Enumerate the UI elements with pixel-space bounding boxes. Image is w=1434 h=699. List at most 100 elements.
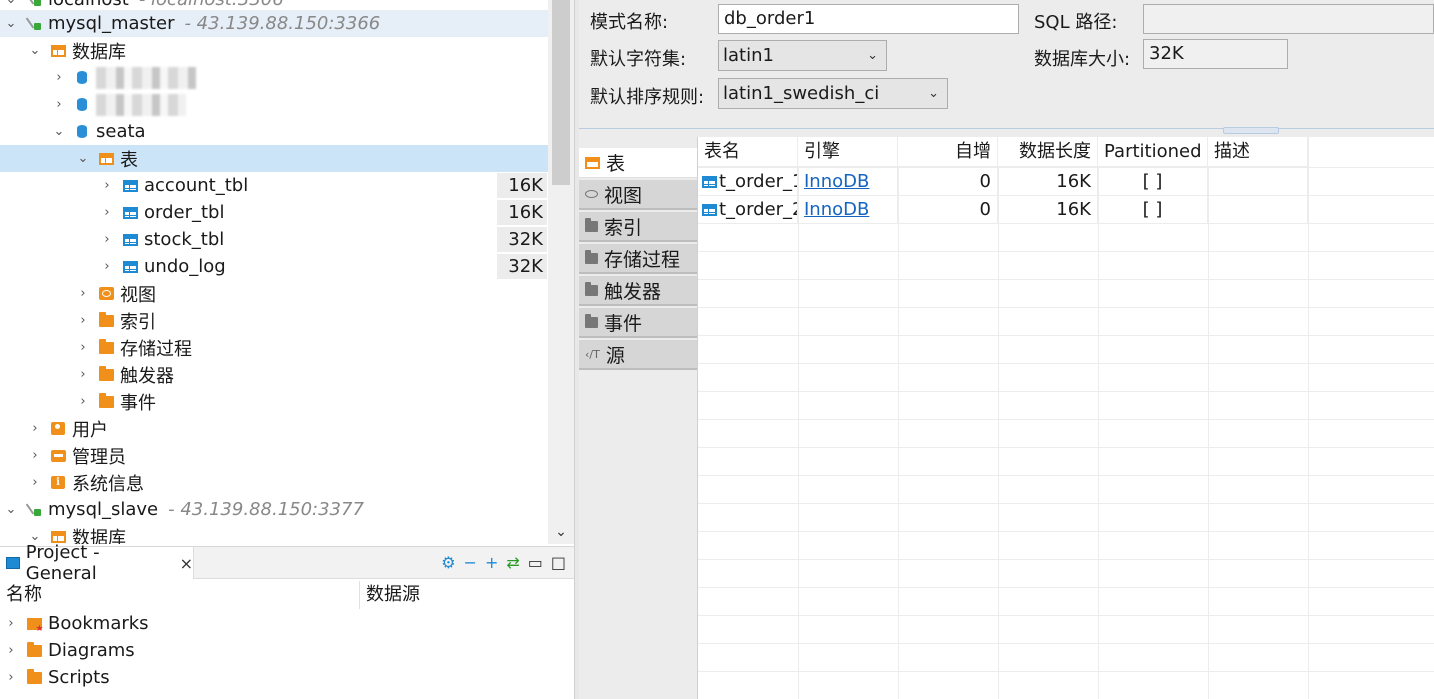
chevron-right-icon[interactable]: › [4, 616, 18, 631]
chevron-right-icon[interactable]: › [52, 97, 66, 112]
tree-item-views[interactable]: › 视图 [0, 280, 548, 307]
cell-table-name[interactable]: t_order_1 [698, 168, 798, 196]
charset-select[interactable]: latin1 ⌄ [718, 40, 887, 71]
expand-icon[interactable]: + [485, 553, 498, 572]
chevron-right-icon[interactable]: › [100, 178, 114, 193]
tab-triggers[interactable]: 触发器 [579, 276, 697, 306]
editor-splitter[interactable] [579, 127, 1434, 136]
chevron-right-icon[interactable]: › [28, 448, 42, 463]
link-icon[interactable]: ⇄ [506, 553, 519, 572]
project-icon [6, 557, 20, 569]
collapse-icon[interactable]: − [464, 553, 477, 572]
column-header-name[interactable]: 名称 [0, 581, 360, 609]
tree-item-table[interactable]: › stock_tbl 32K [0, 226, 548, 253]
cell-auto-increment[interactable]: 0 [898, 196, 998, 224]
tree-item-mysql-master[interactable]: ⌄ mysql_master - 43.139.88.150:3366 [0, 10, 548, 37]
cell-partitioned[interactable]: [ ] [1098, 196, 1208, 224]
chevron-down-icon[interactable]: ⌄ [52, 124, 66, 139]
folder-icon [98, 338, 114, 355]
tree-item-database-hidden-1[interactable]: › [0, 64, 548, 91]
project-item-bookmarks[interactable]: › Bookmarks [0, 610, 574, 637]
maximize-icon[interactable]: □ [551, 553, 566, 572]
splitter-grip[interactable] [1223, 127, 1279, 134]
cell-data-length[interactable]: 16K [998, 196, 1098, 224]
chevron-right-icon[interactable]: › [76, 340, 90, 355]
tree-item-database-seata[interactable]: ⌄ seata [0, 118, 548, 145]
engine-link[interactable]: InnoDB [804, 199, 869, 220]
scrollbar-thumb[interactable] [552, 0, 570, 185]
column-header-source[interactable]: 数据源 [360, 581, 574, 609]
chevron-right-icon[interactable]: › [28, 421, 42, 436]
pixelated-label [96, 66, 196, 89]
chevron-down-icon[interactable]: ⌄ [28, 43, 42, 58]
tab-tables[interactable]: 表 [579, 148, 697, 178]
schema-name-input[interactable]: db_order1 [718, 4, 1019, 34]
cell-partitioned[interactable]: [ ] [1098, 168, 1208, 196]
tree-item-indexes[interactable]: › 索引 [0, 307, 548, 334]
view-icon [98, 287, 114, 301]
tree-item-slave-databases[interactable]: ⌄ 数据库 [0, 523, 548, 545]
tree-item-admins[interactable]: › 管理员 [0, 442, 548, 469]
chevron-right-icon[interactable]: › [76, 286, 90, 301]
column-header-table-name[interactable]: 表名 [698, 137, 798, 167]
tree-item-databases[interactable]: ⌄ 数据库 [0, 37, 548, 64]
collation-select[interactable]: latin1_swedish_ci ⌄ [718, 78, 948, 109]
cell-description[interactable] [1208, 168, 1308, 196]
chevron-right-icon[interactable]: › [4, 670, 18, 685]
project-item-scripts[interactable]: › Scripts [0, 664, 574, 691]
tree-item-tables[interactable]: ⌄ 表 [0, 145, 548, 172]
schema-editor: 模式名称: db_order1 SQL 路径: 默认字符集: latin1 ⌄ … [579, 0, 1434, 699]
chevron-down-icon[interactable]: ⌄ [4, 502, 18, 517]
chevron-down-icon[interactable]: ⌄ [548, 524, 574, 540]
chevron-right-icon[interactable]: › [100, 259, 114, 274]
navigator-scrollbar[interactable]: ⌄ [548, 0, 574, 544]
chevron-right-icon[interactable]: › [4, 643, 18, 658]
chevron-down-icon[interactable]: ⌄ [4, 0, 18, 7]
tab-views[interactable]: 视图 [579, 180, 697, 210]
tree-item-table[interactable]: › undo_log 32K [0, 253, 548, 280]
column-header-engine[interactable]: 引擎 [798, 137, 898, 167]
chevron-right-icon[interactable]: › [52, 70, 66, 85]
column-header-data-length[interactable]: 数据长度 [998, 137, 1098, 167]
minimize-icon[interactable]: ▭ [528, 553, 543, 572]
tree-item-events[interactable]: › 事件 [0, 388, 548, 415]
chevron-right-icon[interactable]: › [100, 232, 114, 247]
folder-icon [98, 311, 114, 328]
close-icon[interactable]: × [180, 554, 193, 573]
chevron-down-icon[interactable]: ⌄ [76, 151, 90, 166]
chevron-right-icon[interactable]: › [28, 475, 42, 490]
cell-description[interactable] [1208, 196, 1308, 224]
tab-project-general[interactable]: Project - General × [0, 542, 194, 584]
tree-item-system-info[interactable]: › i 系统信息 [0, 469, 548, 496]
tree-item-mysql-slave[interactable]: ⌄ mysql_slave - 43.139.88.150:3377 [0, 496, 548, 523]
column-header-description[interactable]: 描述 [1208, 137, 1308, 167]
tree-item-database-hidden-2[interactable]: › [0, 91, 548, 118]
chevron-right-icon[interactable]: › [76, 367, 90, 382]
tab-events[interactable]: 事件 [579, 308, 697, 338]
cell-engine[interactable]: InnoDB [798, 168, 898, 196]
cell-table-name[interactable]: t_order_2 [698, 196, 798, 224]
engine-link[interactable]: InnoDB [804, 171, 869, 192]
tree-item-table[interactable]: › order_tbl 16K [0, 199, 548, 226]
chevron-right-icon[interactable]: › [76, 394, 90, 409]
sql-path-input[interactable] [1143, 4, 1434, 34]
cell-auto-increment[interactable]: 0 [898, 168, 998, 196]
tree-item-triggers[interactable]: › 触发器 [0, 361, 548, 388]
cell-engine[interactable]: InnoDB [798, 196, 898, 224]
tree-item-users[interactable]: › 用户 [0, 415, 548, 442]
cell-data-length[interactable]: 16K [998, 168, 1098, 196]
tab-procedures[interactable]: 存储过程 [579, 244, 697, 274]
connection-icon [26, 0, 42, 7]
chevron-right-icon[interactable]: › [100, 205, 114, 220]
column-header-partitioned[interactable]: Partitioned [1098, 137, 1208, 167]
chevron-down-icon[interactable]: ⌄ [4, 16, 18, 31]
gear-icon[interactable]: ⚙ [441, 553, 455, 572]
tab-source[interactable]: ‹/T 源 [579, 340, 697, 370]
tree-item-procedures[interactable]: › 存储过程 [0, 334, 548, 361]
project-item-diagrams[interactable]: › Diagrams [0, 637, 574, 664]
column-header-auto-increment[interactable]: 自增 [898, 137, 998, 167]
tab-indexes[interactable]: 索引 [579, 212, 697, 242]
database-navigator: ⌄ localhost - localhost:3306 ⌄ mysql_mas… [0, 0, 574, 544]
tree-item-table[interactable]: › account_tbl 16K [0, 172, 548, 199]
chevron-right-icon[interactable]: › [76, 313, 90, 328]
